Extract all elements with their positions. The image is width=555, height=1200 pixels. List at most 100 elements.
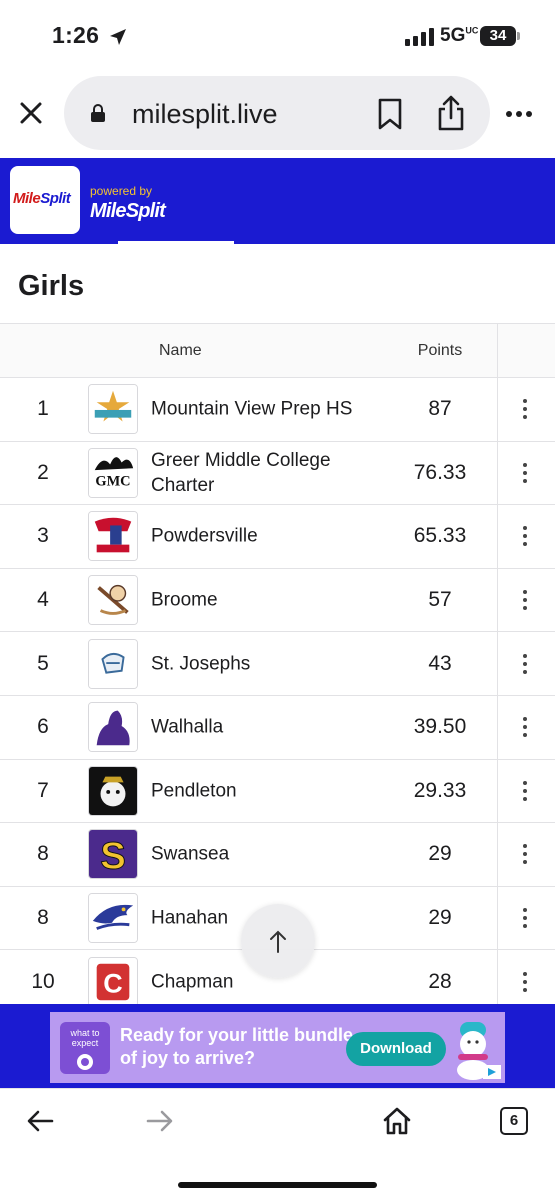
place-cell: 5 (37, 651, 49, 675)
home-icon[interactable] (382, 1106, 412, 1136)
place-cell: 6 (37, 715, 49, 739)
row-menu-icon[interactable] (518, 461, 532, 485)
points-cell: 29 (428, 842, 452, 866)
browser-url-row: milesplit.live (0, 74, 555, 158)
row-menu-icon[interactable] (518, 524, 532, 548)
team-name[interactable]: Greer Middle College Charter (151, 448, 396, 498)
team-name[interactable]: Powdersville (151, 524, 396, 549)
tabs-button[interactable]: 6 (500, 1107, 528, 1135)
points-cell: 28 (428, 969, 452, 993)
location-arrow-icon (110, 29, 126, 45)
column-divider (497, 759, 498, 823)
points-cell: 65.33 (413, 524, 467, 548)
column-divider (497, 823, 498, 886)
points-cell: 57 (428, 588, 452, 612)
team-name[interactable]: St. Josephs (151, 651, 396, 676)
place-cell: 8 (37, 906, 49, 930)
points-cell: 43 (428, 651, 452, 675)
place-cell: 4 (37, 588, 49, 612)
scroll-to-top-button[interactable] (241, 904, 315, 978)
place-cell: 1 (37, 397, 49, 421)
logo-wordmark: MileSplit (13, 190, 71, 207)
ad-banner-container: what to expect Ready for your little bund… (0, 1004, 555, 1088)
team-logo (88, 702, 138, 753)
column-divider (497, 324, 498, 377)
column-divider (497, 505, 498, 568)
points-cell: 29 (428, 906, 452, 930)
svg-text:C: C (103, 968, 122, 998)
ad-brand-mark-icon (77, 1054, 93, 1070)
ad-banner[interactable]: what to expect Ready for your little bund… (50, 1012, 505, 1083)
row-menu-icon[interactable] (518, 906, 532, 930)
address-bar[interactable]: milesplit.live (64, 76, 490, 150)
table-header: Name Points (0, 324, 555, 378)
table-row[interactable]: 4 Broome 57 (0, 568, 555, 633)
bookmark-icon[interactable] (376, 97, 404, 131)
row-menu-icon[interactable] (518, 588, 532, 612)
team-logo (88, 384, 138, 435)
forward-arrow-icon[interactable] (146, 1109, 174, 1133)
home-indicator (178, 1182, 377, 1188)
back-arrow-icon[interactable] (26, 1109, 54, 1133)
table-row[interactable]: 1 Mountain View Prep HS 87 (0, 378, 555, 442)
column-divider (497, 632, 498, 695)
points-cell: 29.33 (413, 778, 467, 802)
team-logo (88, 765, 138, 816)
ad-brand-logo: what to expect (60, 1022, 110, 1074)
team-logo (88, 575, 138, 626)
column-divider (497, 568, 498, 632)
table-row[interactable]: 8 S Swansea 29 (0, 823, 555, 887)
ad-download-button[interactable]: Download (346, 1032, 446, 1066)
team-name[interactable]: Pendleton (151, 778, 396, 803)
team-name[interactable]: Swansea (151, 842, 396, 867)
team-logo: C (88, 956, 138, 1007)
place-cell: 2 (37, 460, 49, 484)
ad-choices-icon[interactable] (483, 1065, 501, 1079)
table-row[interactable]: 5 St. Josephs 43 (0, 632, 555, 696)
status-bar: 1:26 5GUC 34 (0, 0, 555, 74)
powered-by-label: powered by (90, 184, 153, 198)
place-cell: 3 (37, 524, 49, 548)
team-name[interactable]: Walhalla (151, 715, 396, 740)
column-divider (497, 378, 498, 441)
powered-by-logo: MileSplit (90, 200, 166, 222)
team-logo (88, 511, 138, 562)
status-time: 1:26 (52, 22, 100, 48)
row-menu-icon[interactable] (518, 970, 532, 994)
row-menu-icon[interactable] (518, 779, 532, 803)
ad-headline: Ready for your little bundle of joy to a… (120, 1025, 354, 1068)
more-options-icon[interactable] (505, 110, 533, 118)
svg-text:GMC: GMC (95, 473, 130, 489)
lock-icon (91, 104, 105, 122)
site-header: MileSplit powered by MileSplit (0, 158, 555, 244)
table-row[interactable]: 7 Pendleton 29.33 (0, 759, 555, 824)
team-name[interactable]: Mountain View Prep HS (151, 397, 396, 422)
table-row[interactable]: 6 Walhalla 39.50 (0, 695, 555, 760)
place-cell: 10 (31, 969, 55, 993)
column-divider (497, 886, 498, 950)
url-text[interactable]: milesplit.live (132, 99, 278, 130)
battery-icon: 34 (480, 26, 516, 46)
share-icon[interactable] (436, 94, 466, 132)
place-cell: 7 (37, 778, 49, 802)
team-logo: S (88, 829, 138, 880)
table-row[interactable]: 2 GMC Greer Middle College Charter 76.33 (0, 441, 555, 506)
column-points-header[interactable]: Points (402, 342, 478, 360)
row-menu-icon[interactable] (518, 397, 532, 421)
row-menu-icon[interactable] (518, 652, 532, 676)
battery-tip (517, 32, 520, 40)
team-logo: GMC (88, 447, 138, 498)
page-title: Girls (18, 270, 85, 302)
team-logo (88, 638, 138, 689)
team-name[interactable]: Broome (151, 588, 396, 613)
column-name-header[interactable]: Name (159, 342, 202, 360)
points-cell: 87 (428, 397, 452, 421)
close-icon[interactable] (14, 96, 48, 130)
table-row[interactable]: 3 Powdersville 65.33 (0, 505, 555, 569)
network-type: 5GUC (440, 25, 479, 46)
row-menu-icon[interactable] (518, 842, 532, 866)
points-cell: 76.33 (413, 460, 467, 484)
row-menu-icon[interactable] (518, 715, 532, 739)
milesplit-logo[interactable]: MileSplit (10, 166, 80, 234)
column-divider (497, 441, 498, 505)
